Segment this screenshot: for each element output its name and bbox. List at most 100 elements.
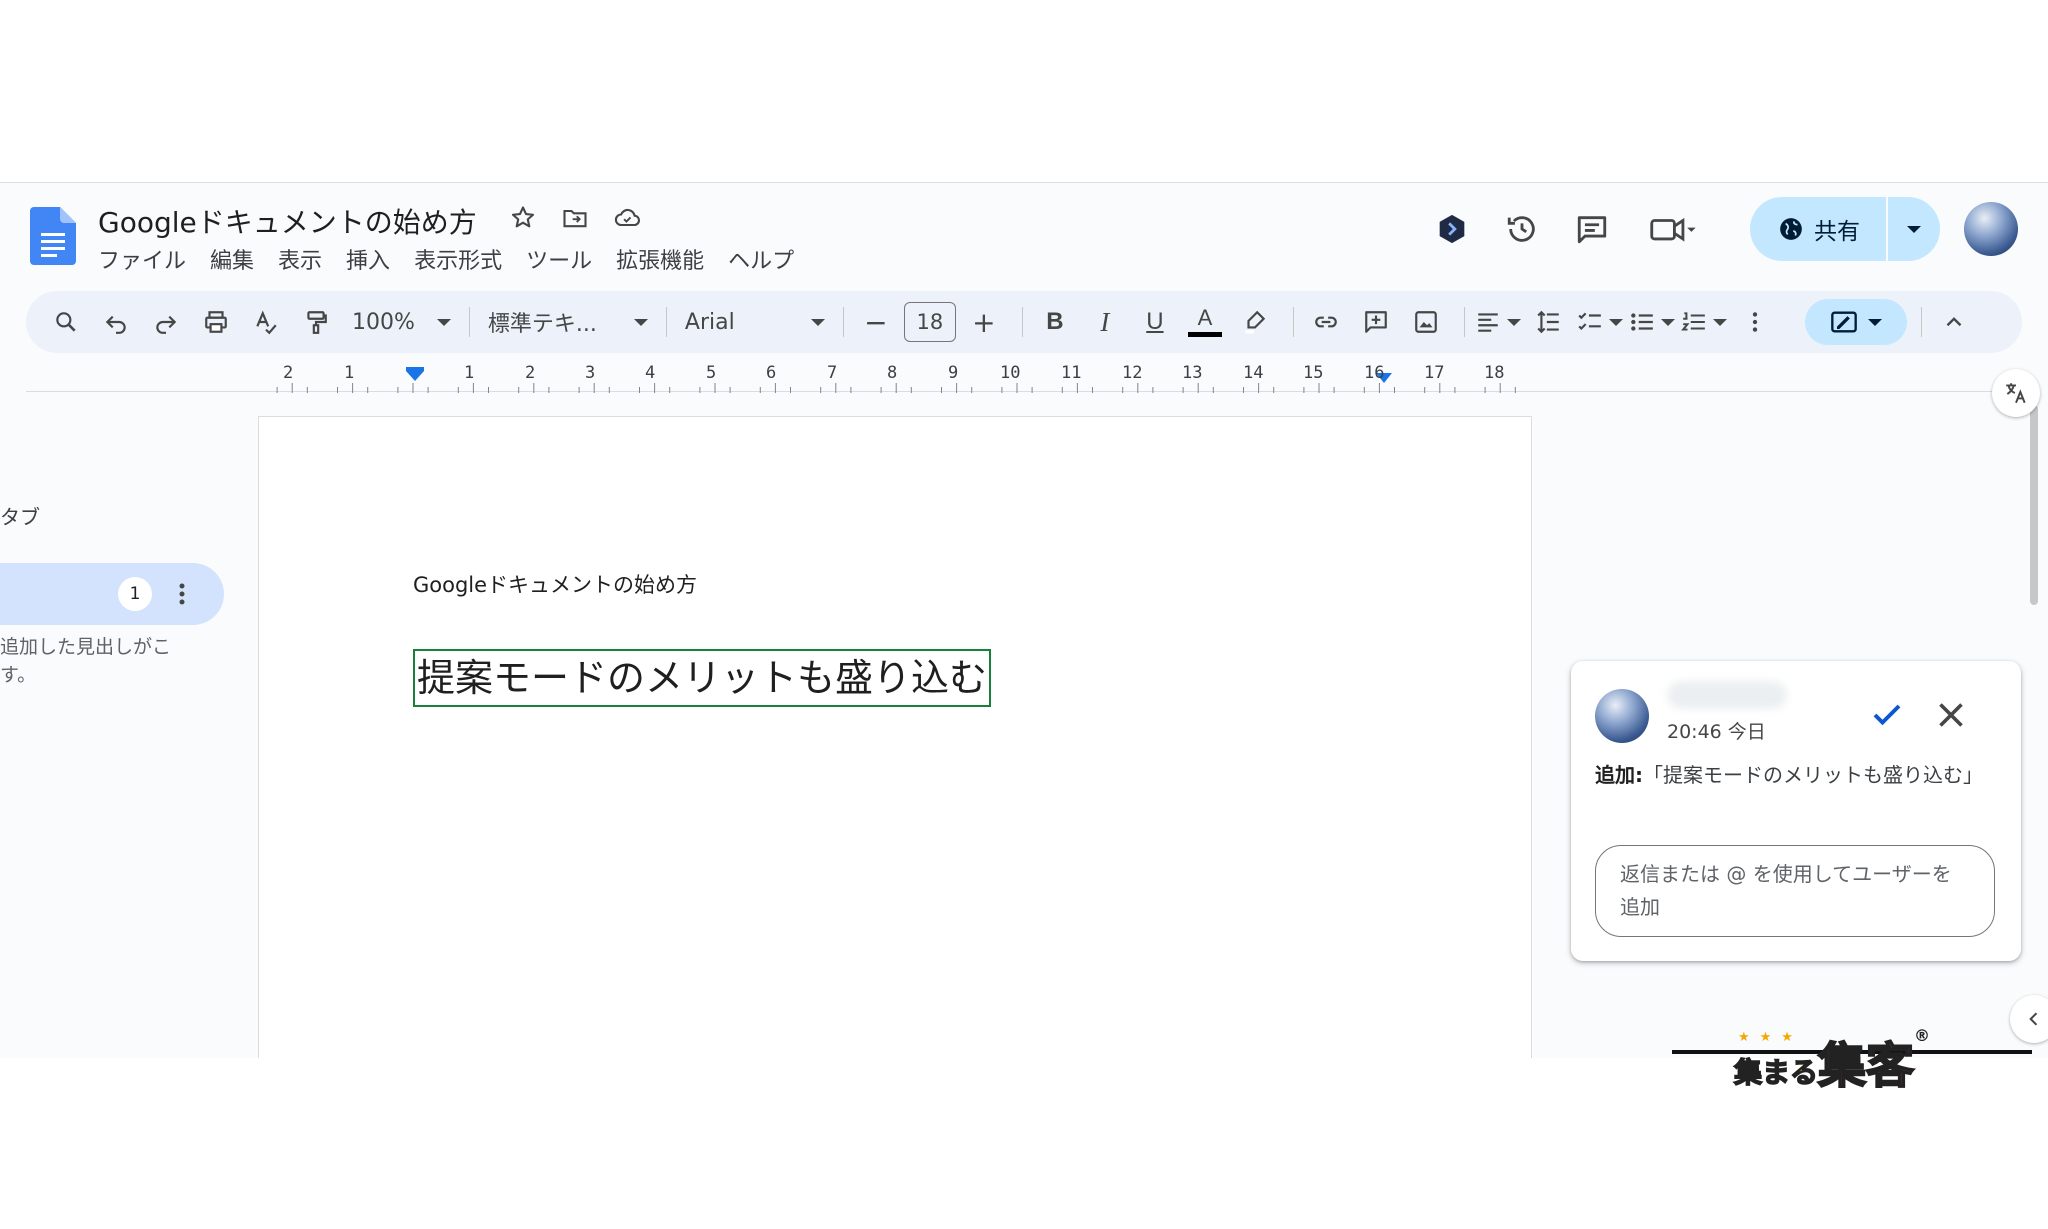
align-icon[interactable]: [1475, 300, 1521, 344]
move-folder-icon[interactable]: [560, 203, 590, 233]
divider: [468, 307, 470, 337]
title-actions: [508, 203, 642, 233]
image-icon[interactable]: [1404, 300, 1448, 344]
chevron-down-icon: [1867, 318, 1882, 326]
ruler-number: 13: [1182, 363, 1203, 383]
reject-close-icon[interactable]: [1933, 697, 1969, 733]
menu-extensions[interactable]: 拡張機能: [616, 243, 704, 275]
ruler-number: 1: [464, 363, 475, 383]
font-size-input[interactable]: 18: [903, 302, 956, 342]
search-icon[interactable]: [44, 300, 88, 344]
paint-format-icon[interactable]: [294, 300, 338, 344]
divider: [1021, 307, 1023, 337]
share-label: 共有: [1814, 219, 1860, 245]
document-title[interactable]: Googleドキュメントの始め方: [98, 201, 477, 241]
comments-icon[interactable]: [1568, 205, 1616, 253]
suggestion-text: 追加:「提案モードのメリットも盛り込む」: [1595, 759, 1995, 791]
toolbar: 100% 標準テキ... Arial − 18 + B I U A: [26, 291, 2022, 353]
link-icon[interactable]: [1304, 300, 1348, 344]
menu-edit[interactable]: 編集: [210, 243, 254, 275]
chevron-down-icon: [810, 318, 825, 326]
menu-format[interactable]: 表示形式: [414, 243, 502, 275]
share-dropdown[interactable]: [1886, 197, 1940, 261]
chevron-down-icon: [1907, 225, 1921, 233]
text-color-icon[interactable]: A: [1183, 300, 1227, 344]
chevron-down-icon: [1608, 318, 1623, 326]
document-title-text[interactable]: Googleドキュメントの始め方: [413, 569, 697, 599]
accept-check-icon[interactable]: [1869, 697, 1905, 733]
ruler-number: 12: [1122, 363, 1143, 383]
ruler-number: 7: [827, 363, 838, 383]
italic-icon[interactable]: I: [1083, 300, 1127, 344]
divider: [842, 307, 844, 337]
reply-input[interactable]: 返信または @ を使用してユーザーを追加: [1595, 845, 1995, 937]
menu-insert[interactable]: 挿入: [346, 243, 390, 275]
ruler[interactable]: 2 1 1 2 3 4 5 6 7 8 9 10 11 12 13 14 15 …: [258, 363, 1530, 393]
outline-hint-line: す。: [0, 664, 37, 686]
menu-help[interactable]: ヘルプ: [728, 243, 794, 275]
tab-badge: 1: [118, 577, 152, 611]
share-button[interactable]: 共有: [1750, 197, 1940, 261]
menu-tools[interactable]: ツール: [526, 243, 592, 275]
more-icon[interactable]: [1733, 300, 1777, 344]
watermark-big-text: 集客: [1817, 1037, 1915, 1095]
version-history-icon[interactable]: [1498, 205, 1546, 253]
bullet-list-icon[interactable]: [1629, 300, 1675, 344]
increase-font-size-icon[interactable]: +: [962, 300, 1006, 344]
tab-more-icon[interactable]: [170, 577, 194, 611]
ruler-number: 9: [948, 363, 959, 383]
ruler-number: 2: [525, 363, 536, 383]
line-spacing-icon[interactable]: [1527, 300, 1571, 344]
divider: [665, 307, 667, 337]
avatar[interactable]: [1964, 202, 2018, 256]
chevron-down-icon: [1712, 318, 1727, 326]
ruler-number: 18: [1484, 363, 1505, 383]
decrease-font-size-icon[interactable]: −: [854, 300, 898, 344]
collapse-menus-icon[interactable]: [1932, 300, 1976, 344]
undo-icon[interactable]: [94, 300, 138, 344]
checklist-icon[interactable]: [1577, 300, 1623, 344]
chevron-down-icon: [436, 318, 451, 326]
document-page[interactable]: Googleドキュメントの始め方 提案モードのメリットも盛り込む: [258, 416, 1532, 1058]
highlight-icon[interactable]: [1233, 300, 1277, 344]
left-indent-marker[interactable]: [406, 371, 424, 381]
bold-icon[interactable]: B: [1033, 300, 1077, 344]
star-icon[interactable]: [508, 203, 538, 233]
suggested-heading[interactable]: 提案モードのメリットも盛り込む: [413, 649, 992, 707]
meet-icon[interactable]: [1638, 205, 1708, 253]
menu-file[interactable]: ファイル: [98, 243, 186, 275]
redo-icon[interactable]: [144, 300, 188, 344]
translate-icon[interactable]: [1992, 369, 2040, 417]
ruler-number: 3: [585, 363, 596, 383]
globe-icon: [1780, 218, 1802, 240]
add-comment-icon[interactable]: [1354, 300, 1398, 344]
ruler-number: 6: [766, 363, 777, 383]
zoom-select[interactable]: 100%: [344, 310, 459, 335]
share-main[interactable]: 共有: [1750, 197, 1886, 261]
suggestion-content: 「提案モードのメリットも盛り込む」: [1643, 763, 1983, 787]
ruler-number: 15: [1303, 363, 1324, 383]
spellcheck-icon[interactable]: [244, 300, 288, 344]
outline-hint: 追加した見出しがこ す。: [0, 633, 171, 689]
outline-hint-line: 追加した見出しがこ: [0, 636, 172, 658]
suggesting-mode-button[interactable]: [1804, 299, 1907, 345]
vertical-scrollbar[interactable]: [2030, 405, 2038, 605]
cloud-saved-icon[interactable]: [612, 203, 642, 233]
ruler-number: 10: [1000, 363, 1021, 383]
menu-view[interactable]: 表示: [278, 243, 322, 275]
watermark-text: 集まる集客®: [1733, 1026, 1931, 1096]
font-select[interactable]: Arial: [677, 310, 833, 335]
ruler-number: 8: [887, 363, 898, 383]
underline-icon[interactable]: U: [1133, 300, 1177, 344]
avatar: [1595, 689, 1649, 743]
print-icon[interactable]: [194, 300, 238, 344]
watermark-registered: ®: [1914, 1026, 1931, 1045]
ruler-number: 4: [645, 363, 656, 383]
divider: [1463, 307, 1465, 337]
extension-icon[interactable]: [1428, 205, 1476, 253]
suggestion-card[interactable]: 20:46 今日 追加:「提案モードのメリットも盛り込む」 返信または @ を使…: [1571, 661, 2021, 961]
numbered-list-icon[interactable]: [1681, 300, 1727, 344]
paragraph-style-select[interactable]: 標準テキ...: [480, 306, 656, 338]
ruler-number: 16: [1364, 363, 1385, 383]
docs-logo-icon[interactable]: [30, 207, 76, 265]
